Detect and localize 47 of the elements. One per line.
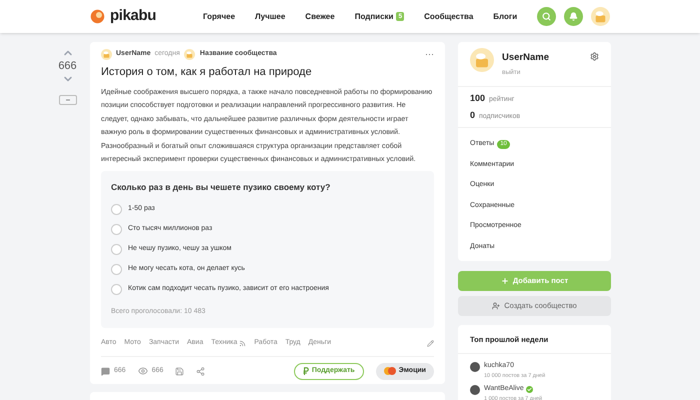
nav-link[interactable]: Лучшее [255,10,286,22]
settings-button[interactable] [590,52,599,61]
collapse-button[interactable] [58,95,76,105]
notifications-button[interactable] [564,7,583,26]
ruble-icon [302,367,309,376]
share-button[interactable] [196,366,206,376]
nav-link[interactable]: Блоги [493,10,518,22]
save-icon [175,366,184,376]
stat-value: 100 [470,92,486,105]
share-icon [196,366,206,376]
poll-question: Сколько раз в день вы чешете пузико своему коту? [111,181,332,194]
pencil-icon [427,340,434,348]
profile-avatar-icon [470,48,494,72]
minus-icon [64,97,70,103]
emoji-icon [384,366,396,376]
search-icon [542,12,551,21]
stat-value: 0 [470,108,476,122]
more-button[interactable]: ··· [425,50,434,58]
bell-icon [569,12,578,21]
settings-icon [590,52,599,61]
add-user-icon [492,302,500,310]
logo-text: pikabu [110,6,156,26]
user-avatar-icon [101,48,112,60]
user-avatar [470,362,480,372]
nav-link[interactable]: Свежее [305,10,335,22]
nav-link[interactable]: Сообщества [424,10,474,22]
rating-count: 666 [58,59,77,73]
verified-icon [526,386,533,393]
save-button[interactable] [175,366,184,376]
comment-icon [101,366,110,376]
avatar-icon [591,7,610,26]
community-avatar-icon [184,48,195,60]
edit-button[interactable] [427,340,434,348]
feed-icon [239,340,246,348]
nav-link[interactable]: Горячее [203,10,236,22]
plus-icon [500,277,509,285]
radio-button[interactable] [111,264,122,276]
views-icon [138,366,148,376]
post-title: История о том, как я работал на природе [101,65,313,79]
radio-button[interactable] [111,284,122,296]
search-button[interactable] [537,7,556,26]
profile-username: UserName [502,51,549,65]
radio-button[interactable] [111,244,122,256]
radio-button[interactable] [111,224,122,236]
user-avatar [470,385,480,395]
radio-button[interactable] [111,204,122,216]
logo-icon [90,9,105,24]
